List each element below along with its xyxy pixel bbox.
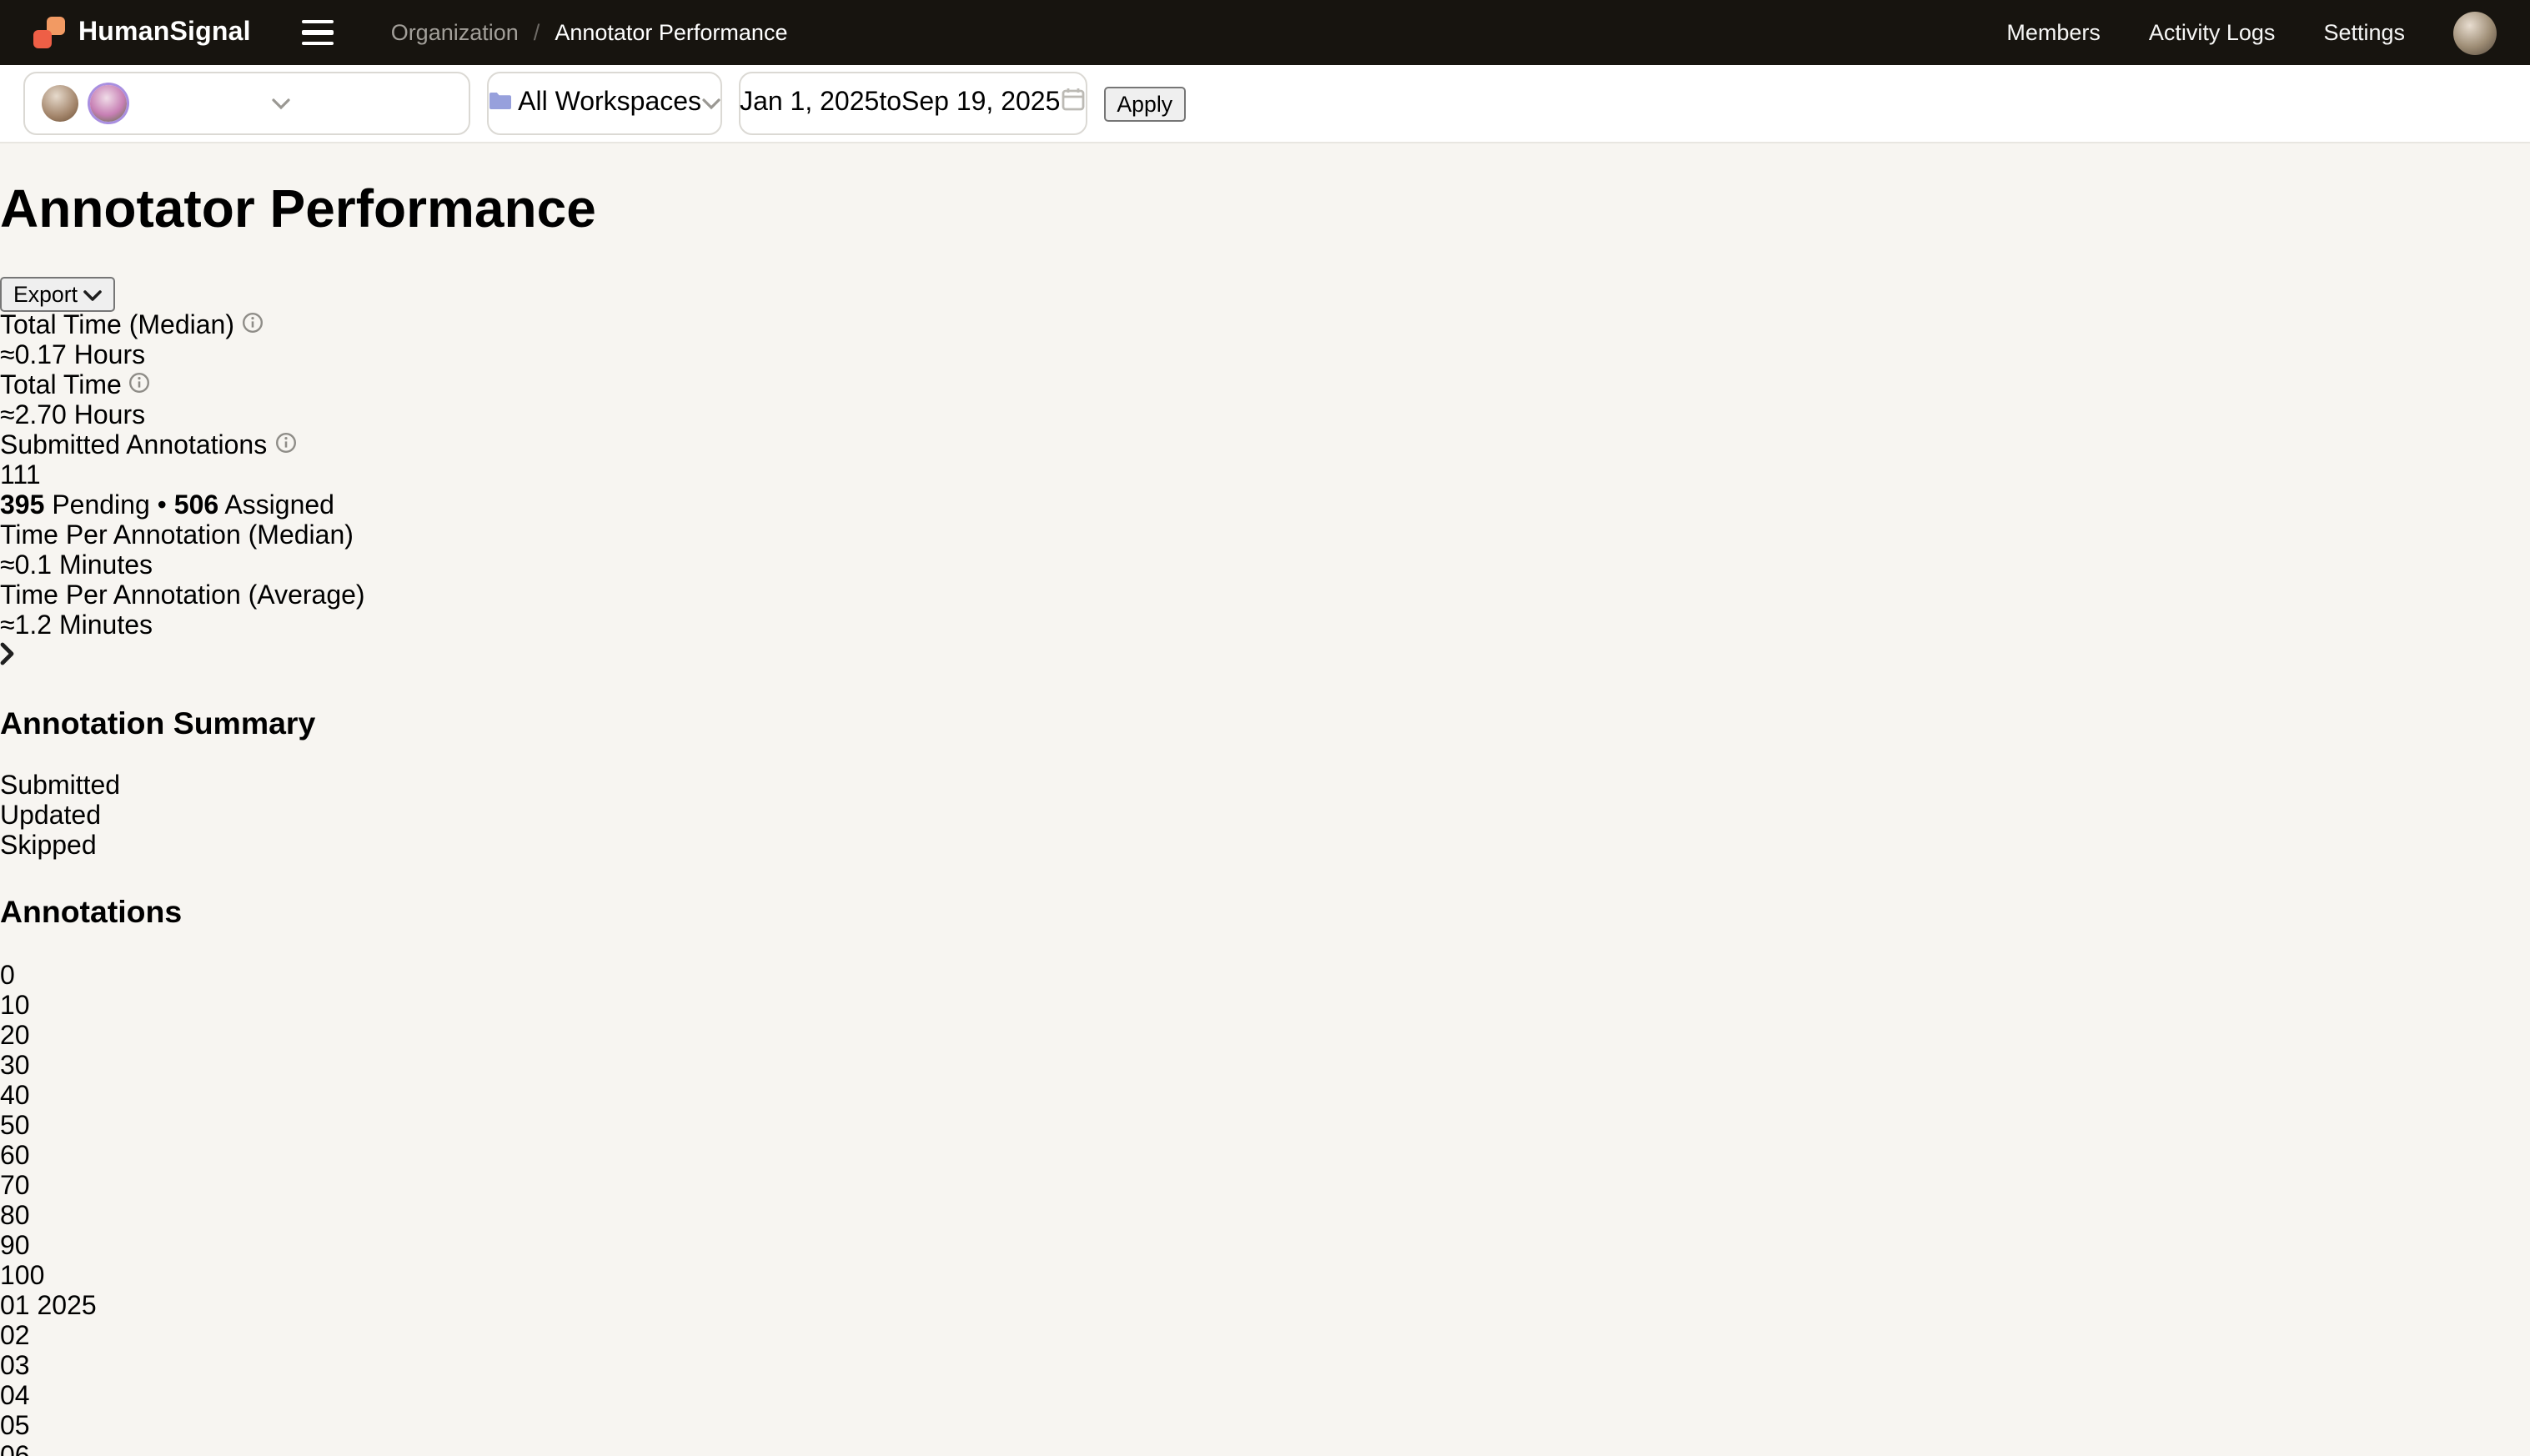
kpi-footer: 395 Pending • 506 Assigned [0, 492, 2530, 522]
legend-label: Submitted [0, 773, 120, 801]
humansignal-logo-icon [33, 17, 65, 48]
chart-legend: SubmittedUpdatedSkipped [0, 773, 2530, 863]
user-avatar[interactable] [2453, 11, 2497, 54]
kpi-card-time-per-annotation-average: Time Per Annotation (Average) ≈1.2 Minut… [0, 582, 2530, 642]
kpi-carousel-next-button[interactable] [0, 642, 2530, 674]
y-tick-label: 20 [0, 1022, 2530, 1052]
hamburger-menu-icon[interactable] [296, 13, 341, 53]
kpi-value: ≈2.70 [0, 402, 67, 430]
kpi-label: Time Per Annotation (Average) [0, 582, 365, 610]
calendar-icon [1060, 87, 1085, 120]
y-tick-label: 0 [0, 962, 2530, 992]
kpi-unit-badge: Minutes [59, 612, 153, 640]
chevron-down-icon [272, 88, 290, 118]
kpi-label: Total Time [0, 372, 122, 400]
chevron-down-icon [83, 290, 102, 302]
kpi-card-total-time: Total Time ≈2.70 Hours [0, 372, 2530, 432]
kpi-label: Time Per Annotation (Median) [0, 522, 354, 550]
annotator-avatar [235, 85, 272, 122]
pending-label: Pending [52, 492, 149, 520]
all-workspaces-chip[interactable]: All Workspaces [489, 88, 701, 118]
kpi-label: Total Time (Median) [0, 312, 234, 340]
y-tick-label: 30 [0, 1052, 2530, 1082]
breadcrumb-organization[interactable]: Organization [391, 20, 519, 45]
date-from: Jan 1, 2025 [740, 88, 879, 118]
x-tick-label: 03 [0, 1353, 2530, 1383]
bullet: • [158, 492, 167, 520]
annotation-summary-card: Annotation Summary SubmittedUpdatedSkipp… [0, 705, 2530, 862]
x-tick-label: 05 [0, 1413, 2530, 1443]
apply-button[interactable]: Apply [1103, 86, 1186, 121]
kpi-value: ≈0.17 [0, 342, 67, 370]
kpi-value: ≈1.2 [0, 612, 52, 640]
kpi-value: ≈0.1 [0, 552, 52, 580]
nav-link-settings[interactable]: Settings [2323, 20, 2405, 45]
x-tick-label: 06 [0, 1443, 2530, 1456]
y-axis: 0102030405060708090100 [0, 962, 2530, 1293]
export-label: Export [13, 282, 78, 307]
brand[interactable]: HumanSignal [33, 17, 251, 48]
kpi-value: 111 [0, 462, 41, 490]
kpi-unit-badge: Hours [74, 402, 145, 430]
annotations-chart-card: Annotations 0102030405060708090100 01 20… [0, 894, 2530, 1456]
chevron-right-icon [0, 642, 15, 665]
breadcrumb: Organization / Annotator Performance [391, 20, 788, 45]
kpi-card-submitted-annotations: Submitted Annotations 111 395 Pending • … [0, 432, 2530, 522]
nav-link-activity-logs[interactable]: Activity Logs [2149, 20, 2276, 45]
kpi-card-total-time-median: Total Time (Median) ≈0.17 Hours [0, 312, 2530, 372]
legend-label: Skipped [0, 833, 97, 861]
legend-item[interactable]: Submitted [0, 773, 2530, 803]
x-tick-label: 01 2025 [0, 1293, 2530, 1323]
legend-item[interactable]: Updated [0, 803, 2530, 833]
export-button[interactable]: Export [0, 277, 115, 312]
brand-name: HumanSignal [78, 18, 251, 48]
info-icon[interactable] [242, 312, 264, 334]
annotator-avatar [42, 85, 78, 122]
legend-item[interactable]: Skipped [0, 833, 2530, 863]
page-title: Annotator Performance [0, 179, 2530, 241]
y-tick-label: 90 [0, 1233, 2530, 1263]
annotator-avatar [187, 85, 223, 122]
nav-link-members[interactable]: Members [2006, 20, 2101, 45]
all-workspaces-label: All Workspaces [518, 88, 701, 117]
pending-count: 395 [0, 492, 44, 520]
breadcrumb-separator: / [534, 20, 540, 45]
x-tick-label: 02 [0, 1323, 2530, 1353]
annotator-avatar [90, 85, 127, 122]
x-tick-label: 04 [0, 1383, 2530, 1413]
y-tick-label: 80 [0, 1202, 2530, 1233]
x-axis: 01 20250203040506070809 [0, 1293, 2530, 1456]
folder-icon [489, 92, 512, 110]
annotator-avatar [138, 85, 175, 122]
kpi-unit-badge: Minutes [59, 552, 153, 580]
y-tick-label: 100 [0, 1263, 2530, 1293]
chevron-down-icon [701, 88, 720, 118]
date-to: Sep 19, 2025 [901, 88, 1060, 118]
date-to-word: to [879, 88, 901, 118]
top-navbar: HumanSignal Organization / Annotator Per… [0, 0, 2530, 65]
kpi-label: Submitted Annotations [0, 432, 267, 460]
kpi-unit-badge: Hours [74, 342, 145, 370]
breadcrumb-current: Annotator Performance [555, 20, 787, 45]
assigned-count: 506 [174, 492, 218, 520]
legend-label: Updated [0, 803, 101, 831]
y-tick-label: 10 [0, 992, 2530, 1022]
annotators-select[interactable] [23, 72, 470, 135]
workspaces-select[interactable]: All Workspaces [487, 72, 721, 135]
assigned-label: Assigned [224, 492, 334, 520]
date-range-picker[interactable]: Jan 1, 2025 to Sep 19, 2025 [738, 72, 1087, 135]
kpi-card-time-per-annotation-median: Time Per Annotation (Median) ≈0.1 Minute… [0, 522, 2530, 582]
y-tick-label: 50 [0, 1112, 2530, 1142]
info-icon[interactable] [274, 432, 296, 454]
chart-title: Annotation Summary [0, 705, 2530, 741]
y-tick-label: 70 [0, 1172, 2530, 1202]
y-tick-label: 40 [0, 1082, 2530, 1112]
info-icon[interactable] [129, 372, 151, 394]
y-tick-label: 60 [0, 1142, 2530, 1172]
chart-title: Annotations [0, 894, 2530, 931]
filter-toolbar: All Workspaces Jan 1, 2025 to Sep 19, 20… [0, 65, 2530, 143]
